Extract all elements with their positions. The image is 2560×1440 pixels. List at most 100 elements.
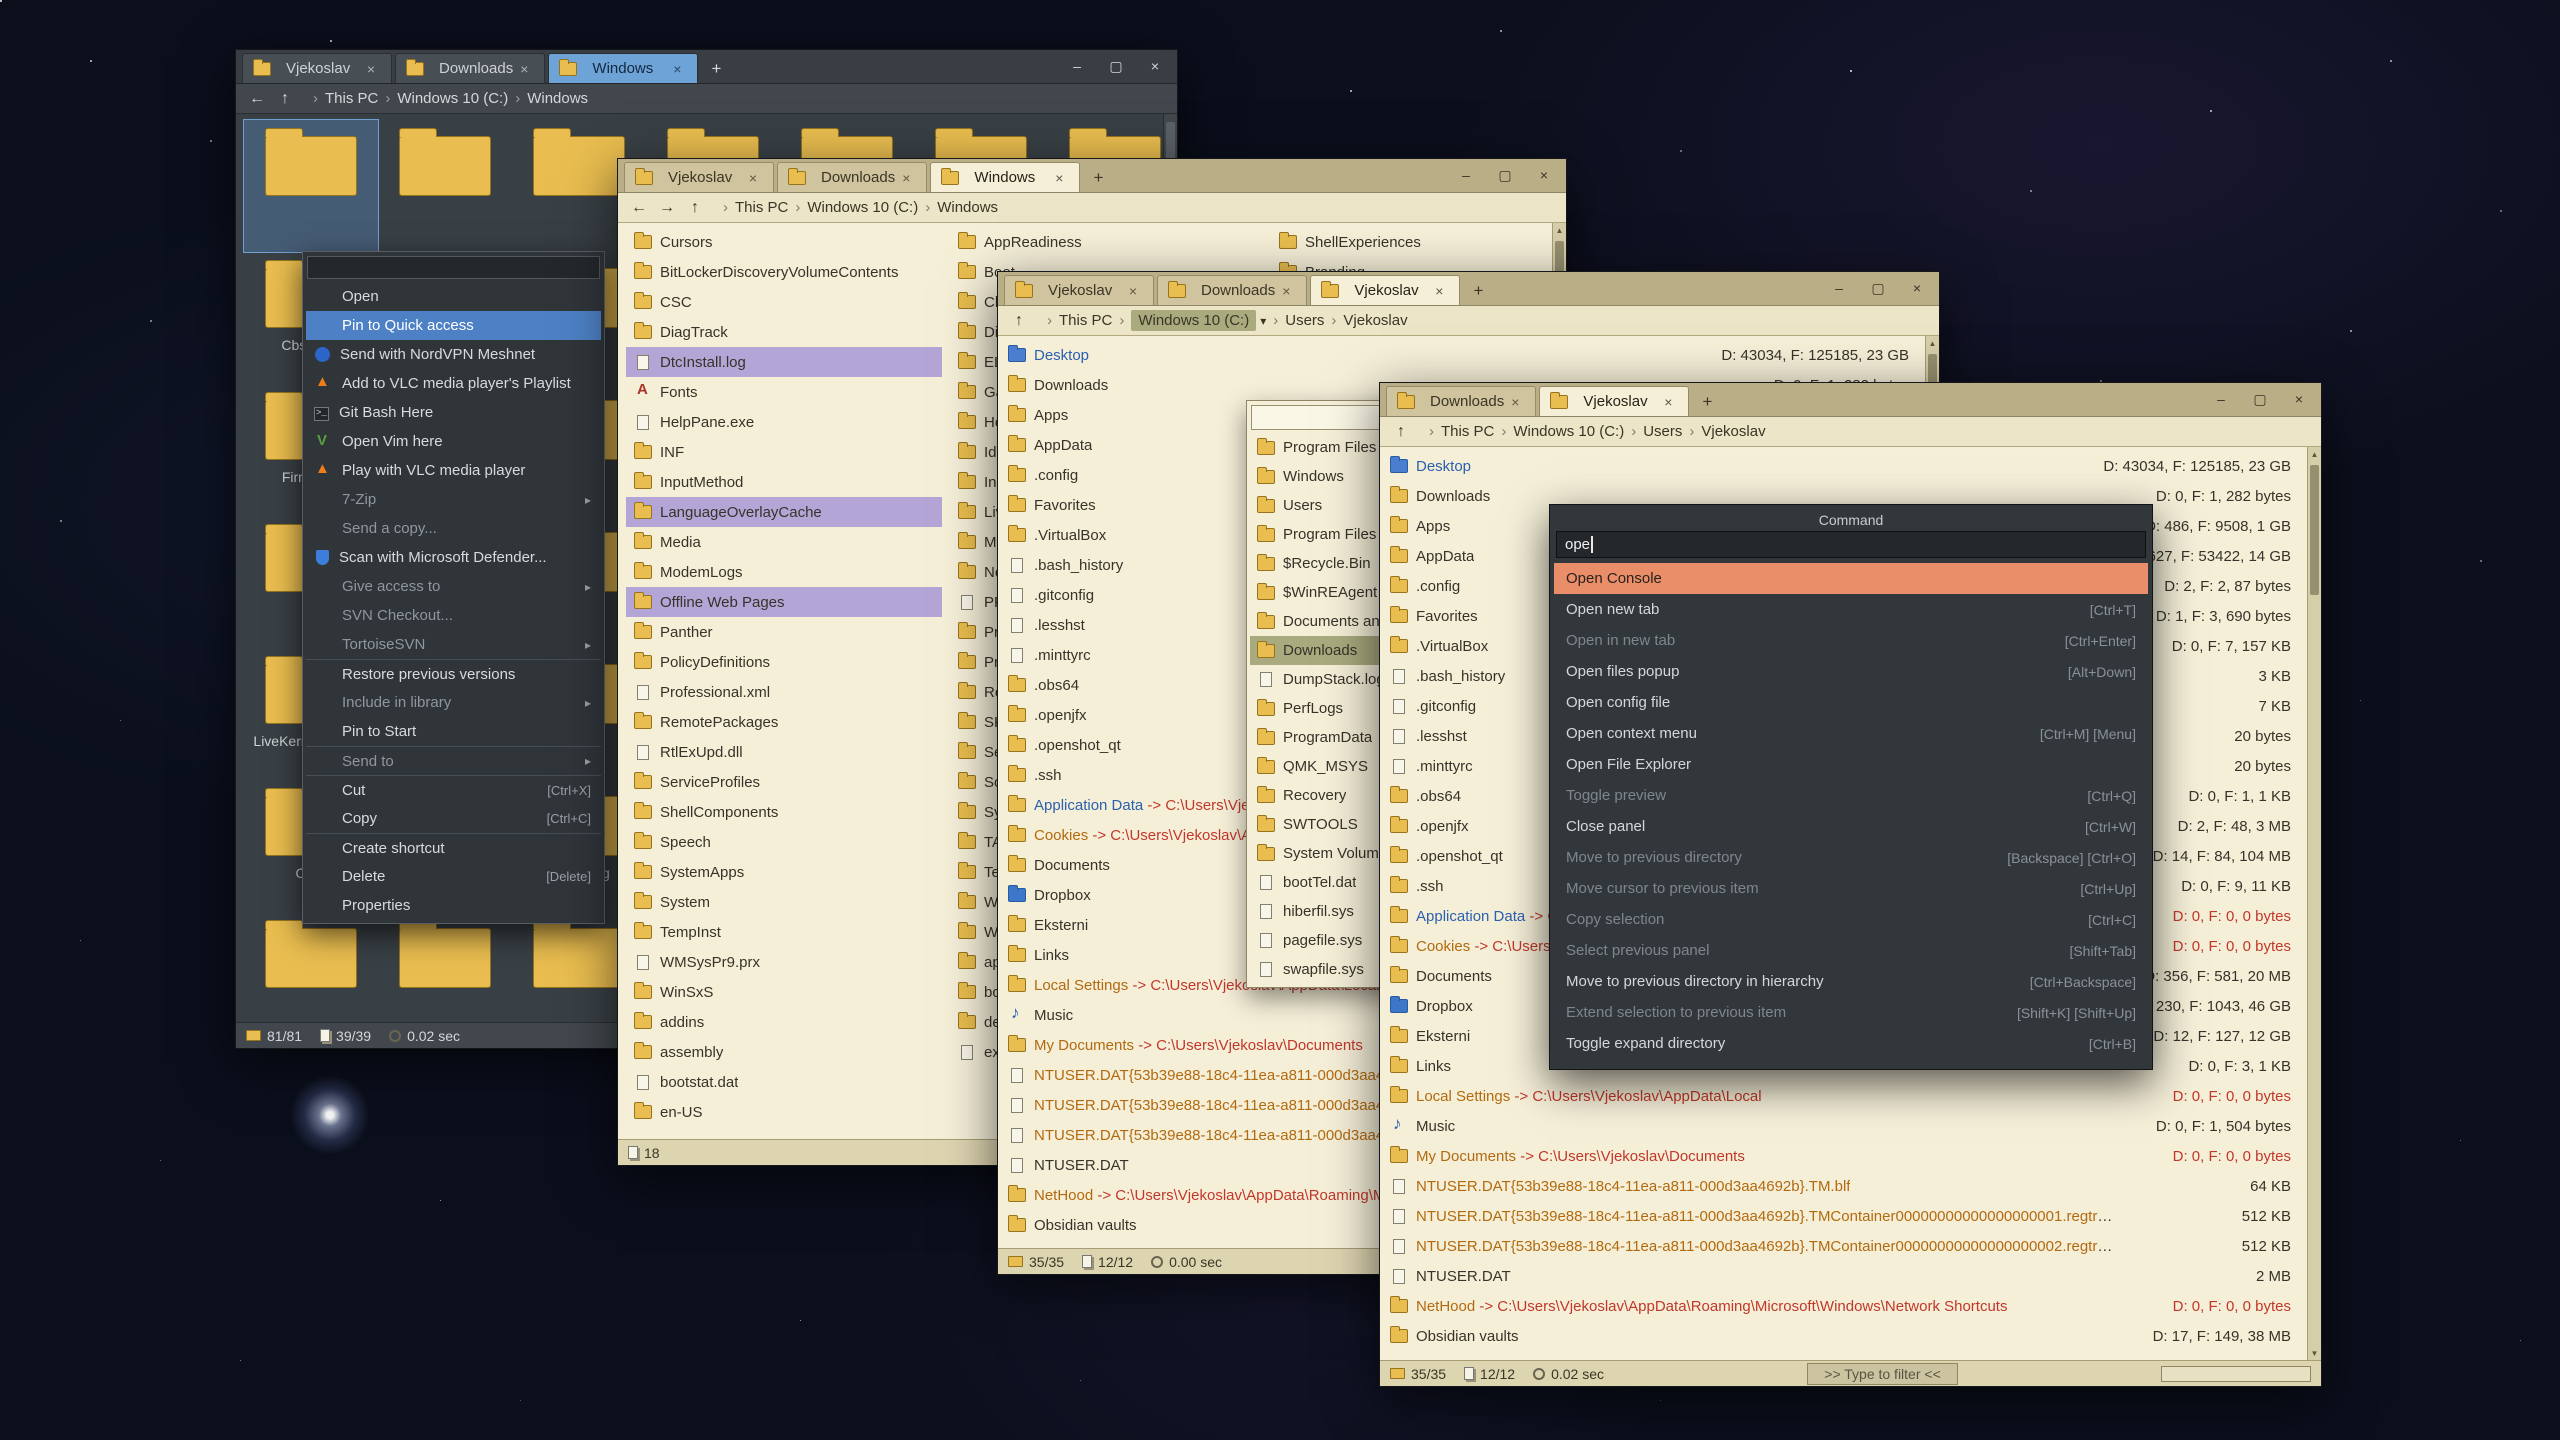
window-control-button[interactable]: ▢ — [1098, 54, 1134, 78]
file-row[interactable]: TempInst — [626, 917, 942, 947]
window-control-button[interactable]: – — [2203, 387, 2239, 411]
tab-close-icon[interactable]: × — [902, 170, 910, 186]
window-control-button[interactable]: ▢ — [2242, 387, 2278, 411]
palette-search-input[interactable]: ope — [1556, 531, 2146, 558]
tab[interactable]: Vjekoslav × — [624, 162, 774, 192]
nav-arrow-button[interactable]: ← — [246, 90, 268, 108]
file-row[interactable]: ModemLogs — [626, 557, 942, 587]
tab-close-icon[interactable]: × — [1435, 283, 1443, 299]
breadcrumb-item[interactable]: › Windows 10 (C:) ▾ — [788, 199, 918, 216]
file-row[interactable]: NTUSER.DAT{53b39e88-18c4-11ea-a811-000d3… — [1380, 1231, 2307, 1261]
file-row[interactable]: addins — [626, 1007, 942, 1037]
window-control-button[interactable]: – — [1059, 54, 1095, 78]
file-row[interactable]: SystemApps — [626, 857, 942, 887]
tab[interactable]: Vjekoslav × — [1310, 275, 1460, 305]
file-row[interactable]: WMSysPr9.prx — [626, 947, 942, 977]
folder-grid-item[interactable] — [244, 912, 378, 1022]
palette-command-item[interactable]: Open File Explorer — [1554, 749, 2148, 780]
file-row[interactable]: BitLockerDiscoveryVolumeContents — [626, 257, 942, 287]
file-row[interactable]: DtcInstall.log — [626, 347, 942, 377]
file-row[interactable]: WinSxS — [626, 977, 942, 1007]
palette-command-item[interactable]: Move cursor to previous item [Ctrl+Up] — [1554, 873, 2148, 904]
tab[interactable]: Vjekoslav × — [1539, 386, 1689, 416]
tab[interactable]: Downloads × — [1157, 275, 1307, 305]
tab[interactable]: Downloads × — [1386, 386, 1536, 416]
scroll-up-icon[interactable]: ▲ — [1553, 223, 1566, 237]
breadcrumb-item[interactable]: › Vjekoslav ▾ — [1324, 312, 1407, 329]
context-menu-item[interactable]: Properties ▸ — [306, 891, 601, 920]
context-menu-item[interactable]: Copy [Ctrl+C] ▸ — [306, 804, 601, 833]
file-row[interactable]: My Documents -> C:\Users\Vjekoslav\Docum… — [1380, 1141, 2307, 1171]
context-menu-filter-input[interactable] — [307, 256, 600, 279]
file-row[interactable]: Offline Web Pages — [626, 587, 942, 617]
context-menu-item[interactable]: Send to ▸ — [306, 746, 601, 775]
nav-arrow-button[interactable]: ↑ — [684, 199, 706, 217]
palette-command-item[interactable]: Open context menu [Ctrl+M] [Menu] — [1554, 718, 2148, 749]
palette-command-item[interactable]: Extend selection to previous item [Shift… — [1554, 997, 2148, 1028]
context-menu-item[interactable]: Pin to Start ▸ — [306, 717, 601, 746]
file-row[interactable]: ServiceProfiles — [626, 767, 942, 797]
context-menu-item[interactable]: Add to VLC media player's Playlist ▸ — [306, 369, 601, 398]
breadcrumb-item[interactable]: › This PC ▾ — [1040, 312, 1112, 329]
file-row[interactable]: ShellComponents — [626, 797, 942, 827]
tab-close-icon[interactable]: × — [367, 61, 375, 77]
breadcrumb-item[interactable]: › Users ▾ — [1266, 312, 1324, 329]
file-row[interactable]: NTUSER.DAT 2 MB — [1380, 1261, 2307, 1291]
file-row[interactable]: HelpPane.exe — [626, 407, 942, 437]
scroll-up-icon[interactable]: ▲ — [1926, 336, 1939, 350]
window-control-button[interactable]: – — [1448, 163, 1484, 187]
context-menu-item[interactable]: Restore previous versions ▸ — [306, 659, 601, 688]
tab-close-icon[interactable]: × — [749, 170, 757, 186]
context-menu-item[interactable]: Send with NordVPN Meshnet ▸ — [306, 340, 601, 369]
palette-command-item[interactable]: Open new tab [Ctrl+T] — [1554, 594, 2148, 625]
context-menu-item[interactable]: Cut [Ctrl+X] ▸ — [306, 775, 601, 804]
nav-arrow-button[interactable]: ↑ — [1390, 423, 1412, 441]
tab[interactable]: Downloads × — [395, 53, 545, 83]
breadcrumb-item[interactable]: › Windows ▾ — [918, 199, 998, 216]
new-tab-button[interactable]: + — [1692, 387, 1722, 416]
breadcrumb-item[interactable]: › Windows 10 (C:) ▾ — [1494, 423, 1624, 440]
palette-command-item[interactable]: Move to previous directory [Backspace] [… — [1554, 842, 2148, 873]
file-row[interactable]: DiagTrack — [626, 317, 942, 347]
breadcrumb-item[interactable]: › This PC ▾ — [306, 90, 378, 107]
file-row[interactable]: LanguageOverlayCache — [626, 497, 942, 527]
file-row[interactable]: Panther — [626, 617, 942, 647]
tab-close-icon[interactable]: × — [1055, 170, 1063, 186]
tab-close-icon[interactable]: × — [1129, 283, 1137, 299]
nav-arrow-button[interactable]: ↑ — [274, 90, 296, 108]
folder-grid-item[interactable] — [378, 912, 512, 1022]
file-row[interactable]: Speech — [626, 827, 942, 857]
file-row[interactable]: System — [626, 887, 942, 917]
window-control-button[interactable]: × — [2281, 387, 2317, 411]
window-control-button[interactable]: × — [1526, 163, 1562, 187]
breadcrumb-item[interactable]: › Windows ▾ — [508, 90, 588, 107]
breadcrumb-item[interactable]: › Vjekoslav ▾ — [1682, 423, 1765, 440]
tab[interactable]: Vjekoslav × — [1004, 275, 1154, 305]
file-row[interactable]: RemotePackages — [626, 707, 942, 737]
file-row[interactable]: Music D: 0, F: 1, 504 bytes — [1380, 1111, 2307, 1141]
window-control-button[interactable]: × — [1899, 276, 1935, 300]
context-menu-item[interactable]: Open Vim here ▸ — [306, 427, 601, 456]
file-row[interactable]: Local Settings -> C:\Users\Vjekoslav\App… — [1380, 1081, 2307, 1111]
file-row[interactable]: CSC — [626, 287, 942, 317]
nav-arrow-button[interactable]: → — [656, 199, 678, 217]
breadcrumb-item[interactable]: › This PC ▾ — [716, 199, 788, 216]
breadcrumb-item[interactable]: › Users ▾ — [1624, 423, 1682, 440]
tab[interactable]: Vjekoslav × — [242, 53, 392, 83]
context-menu-item[interactable]: SVN Checkout... ▸ — [306, 601, 601, 630]
scrollbar[interactable]: ▲ ▼ — [2307, 447, 2321, 1360]
file-row[interactable]: bootstat.dat — [626, 1067, 942, 1097]
file-row[interactable]: ShellExperiences — [1271, 227, 1566, 257]
nav-arrow-button[interactable]: ↑ — [1008, 312, 1030, 330]
file-row[interactable]: Media — [626, 527, 942, 557]
window-control-button[interactable]: – — [1821, 276, 1857, 300]
file-row[interactable]: Desktop D: 43034, F: 125185, 23 GB — [1380, 451, 2307, 481]
breadcrumb-item[interactable]: › This PC ▾ — [1422, 423, 1494, 440]
file-row[interactable]: Desktop D: 43034, F: 125185, 23 GB — [998, 340, 1925, 370]
breadcrumb-item[interactable]: › Windows 10 (C:) ▾ — [1112, 310, 1266, 331]
scroll-down-icon[interactable]: ▼ — [2308, 1346, 2321, 1360]
tab-close-icon[interactable]: × — [1282, 283, 1290, 299]
window-control-button[interactable]: ▢ — [1487, 163, 1523, 187]
context-menu-item[interactable]: 7-Zip ▸ — [306, 485, 601, 514]
context-menu-item[interactable]: Send a copy... ▸ — [306, 514, 601, 543]
